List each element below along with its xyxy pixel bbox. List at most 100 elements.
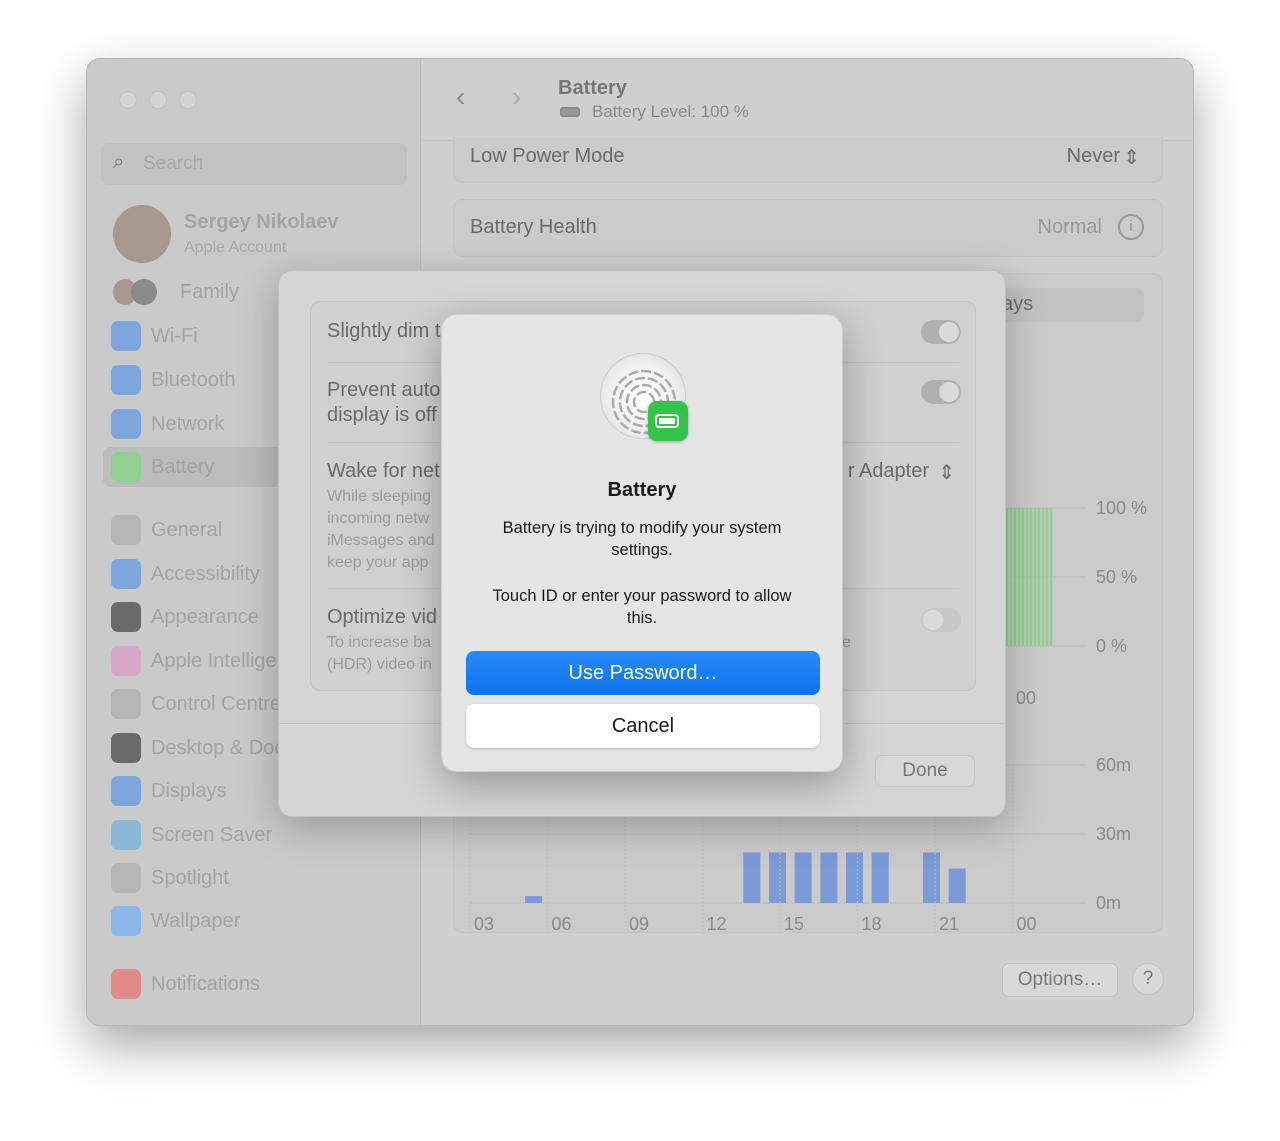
usage-bar [525,896,543,903]
sidebar-item-label: Displays [151,779,227,802]
sidebar-item-label: Notifications [151,972,260,995]
battery-level: Battery Level: 100 % [592,102,749,121]
sidebar-item-label: Desktop & Dock [151,736,295,759]
screensaver-icon [111,820,141,850]
sidebar-item-notifications[interactable]: Notifications [103,964,403,1004]
x-tick-label: 15 [784,914,804,934]
sidebar-item-label: Bluetooth [151,368,236,391]
authorization-dialog: Battery Battery is trying to modify your… [441,314,843,772]
sidebar-item-label: Wi-Fi [151,324,198,347]
sidebar-item-family[interactable]: Family [180,281,239,304]
family-avatar-icon [131,279,157,305]
user-subtitle: Apple Account [184,239,287,256]
dock-icon [111,733,141,763]
chevron-updown-icon: ⇕ [1123,147,1140,169]
options-button[interactable]: Options… [1002,963,1118,997]
toolbar [422,59,1193,141]
usage-tick-label: 30m [1096,824,1131,844]
gear-icon [111,515,141,545]
battery-icon [111,452,141,482]
usage-bar [923,852,940,903]
optimize-video-description: To increase ba (HDR) video in [327,634,432,673]
sidebar-item-label: Control Centre [151,692,282,715]
appearance-icon [111,602,141,632]
x-tick-label: 03 [474,914,494,934]
x-tick-label: 18 [862,914,882,934]
zoom-button[interactable] [179,91,197,109]
usage-bar [846,852,863,903]
usage-bar [743,852,761,903]
dialog-message: Battery is trying to modify your system … [502,519,782,559]
system-settings-window: ⌕ Search Sergey Nikolaev Apple Account F… [86,58,1194,1026]
low-power-select[interactable]: Never [1067,145,1120,168]
page-title: Battery [558,77,627,99]
low-power-row: Low Power Mode Never ⇕ [453,137,1163,183]
search-input[interactable]: ⌕ Search [101,143,407,185]
sidebar-item-wallpaper[interactable]: Wallpaper [103,901,403,941]
sidebar-item-label: Appearance [151,605,259,628]
notifications-icon [111,969,141,999]
sidebar-item-label: Spotlight [151,866,229,889]
bluetooth-icon [111,365,141,395]
forward-button[interactable]: › [512,81,521,113]
spotlight-icon [111,863,141,893]
use-password-button[interactable]: Use Password… [466,651,820,695]
sidebar-item-label: General [151,518,223,541]
accessibility-icon [111,559,141,589]
x-tick-label: 06 [552,914,572,934]
sidebar-item-label: Wallpaper [151,909,241,932]
prevent-sleep-toggle[interactable] [921,380,961,404]
x-tick-label: 12 [707,914,727,934]
displays-icon [111,776,141,806]
info-icon[interactable]: i [1118,214,1144,240]
usage-bar [820,852,838,903]
x-tick-label: 21 [939,914,959,934]
control-centre-icon [111,689,141,719]
sidebar-item-label: Network [151,412,225,435]
optimize-video-label: Optimize vid [327,606,438,628]
battery-health-value: Normal [1037,216,1102,238]
dialog-prompt: Touch ID or enter your password to allow… [492,587,792,627]
wifi-icon [111,321,141,351]
usage-tick-label: 0m [1096,893,1121,913]
level-x-tick-label: 00 [1016,688,1036,708]
wallpaper-icon [111,906,141,936]
sidebar-item-label: Accessibility [151,562,260,585]
done-button[interactable]: Done [875,755,975,787]
avatar[interactable] [113,205,171,263]
x-tick-label: 09 [629,914,649,934]
usage-tick-label: 60m [1096,755,1131,775]
dim-display-label: Slightly dim t [327,320,441,342]
back-button[interactable]: ‹ [456,81,465,113]
search-placeholder: Search [143,153,204,174]
search-icon: ⌕ [113,151,125,173]
battery-app-icon [648,401,688,441]
dim-display-toggle[interactable] [921,320,961,344]
usage-bar [948,868,966,903]
sidebar-item-screen-saver[interactable]: Screen Saver [103,815,403,855]
user-name[interactable]: Sergey Nikolaev [184,211,339,234]
level-tick-label: 50 % [1096,567,1137,587]
sidebar-item-label: Screen Saver [151,823,273,846]
sidebar-item-spotlight[interactable]: Spotlight [103,858,403,898]
usage-bar [871,852,889,903]
battery-health-label: Battery Health [470,216,597,238]
level-tick-label: 0 % [1096,636,1127,656]
close-button[interactable] [119,91,137,109]
cancel-button[interactable]: Cancel [466,704,820,748]
usage-bar [794,852,812,903]
wake-network-select[interactable]: r Adapter [848,460,929,483]
battery-icon [560,107,580,117]
x-tick-label: 00 [1017,914,1037,934]
siri-icon [111,646,141,676]
minimize-button[interactable] [149,91,167,109]
wake-network-description: While sleeping incoming netw iMessages a… [327,488,435,571]
wake-network-label: Wake for net [327,460,440,482]
sidebar-item-label: Battery [151,455,215,478]
chevron-updown-icon: ⇕ [938,462,955,484]
help-button[interactable]: ? [1132,963,1164,995]
dialog-title: Battery [607,479,677,501]
prevent-sleep-label: Prevent auto display is off [327,379,441,426]
level-tick-label: 100 % [1096,498,1147,518]
optimize-video-toggle[interactable] [921,608,961,632]
